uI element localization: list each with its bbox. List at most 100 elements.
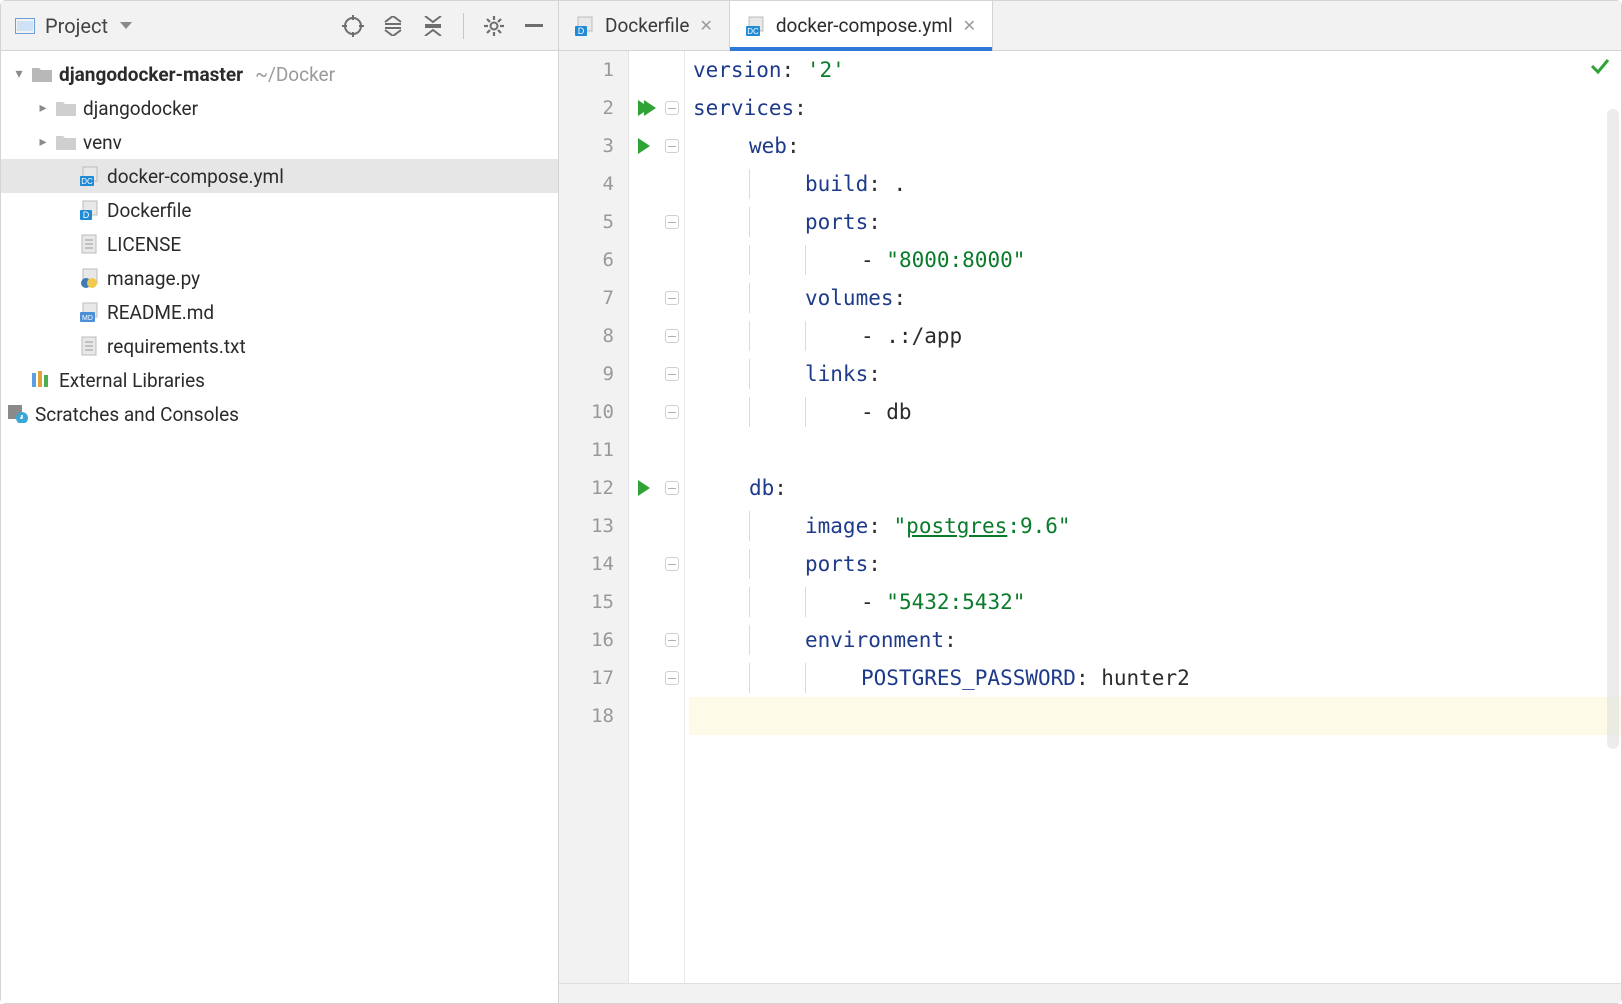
tree-item[interactable]: LICENSE bbox=[1, 227, 558, 261]
scratches-icon bbox=[5, 405, 31, 423]
gutter-action-cell bbox=[629, 355, 659, 393]
run-service-icon[interactable] bbox=[638, 138, 650, 154]
chevron-right-icon[interactable]: ▸ bbox=[33, 134, 53, 150]
fold-cell[interactable] bbox=[659, 659, 684, 697]
expand-all-icon[interactable] bbox=[379, 12, 407, 40]
fold-cell[interactable] bbox=[659, 127, 684, 165]
fold-toggle-icon[interactable] bbox=[665, 291, 679, 305]
fold-cell[interactable] bbox=[659, 279, 684, 317]
gutter-action-cell[interactable] bbox=[629, 89, 659, 127]
inspection-ok-icon[interactable] bbox=[1589, 55, 1611, 82]
tree-item[interactable]: requirements.txt bbox=[1, 329, 558, 363]
libraries-icon bbox=[29, 371, 55, 389]
tree-root[interactable]: ▾ djangodocker-master ~/Docker bbox=[1, 57, 558, 91]
code-line[interactable]: links: bbox=[689, 355, 1621, 393]
code-line[interactable]: POSTGRES_PASSWORD: hunter2 bbox=[689, 659, 1621, 697]
gutter-action-cell bbox=[629, 431, 659, 469]
fold-cell[interactable] bbox=[659, 317, 684, 355]
fold-cell[interactable] bbox=[659, 89, 684, 127]
collapse-all-icon[interactable] bbox=[419, 12, 447, 40]
gutter-action-cell bbox=[629, 507, 659, 545]
gutter-action-cell[interactable] bbox=[629, 469, 659, 507]
fold-toggle-icon[interactable] bbox=[665, 367, 679, 381]
code-line[interactable]: web: bbox=[689, 127, 1621, 165]
fold-toggle-icon[interactable] bbox=[665, 405, 679, 419]
editor-horizontal-scrollbar[interactable] bbox=[559, 983, 1621, 1003]
gutter-action-cell bbox=[629, 545, 659, 583]
code-content[interactable]: version: '2'services:web:build: .ports:-… bbox=[685, 51, 1621, 983]
close-icon[interactable]: ✕ bbox=[699, 16, 712, 35]
fold-toggle-icon[interactable] bbox=[665, 481, 679, 495]
gutter-action-cell bbox=[629, 165, 659, 203]
tree-item[interactable]: manage.py bbox=[1, 261, 558, 295]
fold-cell bbox=[659, 431, 684, 469]
project-view-dropdown[interactable]: Project bbox=[45, 14, 132, 38]
code-line[interactable]: - "5432:5432" bbox=[689, 583, 1621, 621]
tree-item[interactable]: MDREADME.md bbox=[1, 295, 558, 329]
chevron-right-icon[interactable]: ▸ bbox=[33, 100, 53, 116]
chevron-down-icon[interactable]: ▾ bbox=[9, 66, 29, 82]
editor-scrollbar[interactable] bbox=[1607, 109, 1619, 749]
toolbar-divider bbox=[463, 13, 464, 39]
code-line[interactable]: volumes: bbox=[689, 279, 1621, 317]
code-token: hunter2 bbox=[1101, 666, 1190, 690]
project-tree[interactable]: ▾ djangodocker-master ~/Docker ▸djangodo… bbox=[1, 51, 558, 1003]
code-line[interactable]: build: . bbox=[689, 165, 1621, 203]
folder-icon bbox=[53, 100, 79, 116]
fold-toggle-icon[interactable] bbox=[665, 671, 679, 685]
scratches-node[interactable]: ▸ Scratches and Consoles bbox=[1, 397, 558, 431]
tree-item[interactable]: ▸djangodocker bbox=[1, 91, 558, 125]
close-icon[interactable]: ✕ bbox=[963, 16, 976, 35]
fold-toggle-icon[interactable] bbox=[665, 215, 679, 229]
gear-icon[interactable] bbox=[480, 12, 508, 40]
line-number: 7 bbox=[559, 279, 628, 317]
tree-item[interactable]: ▸venv bbox=[1, 125, 558, 159]
fold-cell[interactable] bbox=[659, 393, 684, 431]
fold-cell bbox=[659, 51, 684, 89]
external-libraries-node[interactable]: External Libraries bbox=[1, 363, 558, 397]
line-number: 10 bbox=[559, 393, 628, 431]
tree-item-label: Dockerfile bbox=[107, 199, 191, 222]
editor-tab[interactable]: DCdocker-compose.yml✕ bbox=[730, 1, 993, 50]
fold-cell bbox=[659, 165, 684, 203]
code-line[interactable]: - db bbox=[689, 393, 1621, 431]
tree-item[interactable]: D Dockerfile bbox=[1, 193, 558, 227]
editor-tab[interactable]: DDockerfile✕ bbox=[559, 1, 730, 50]
code-token: image bbox=[805, 514, 868, 538]
code-token: build bbox=[805, 172, 868, 196]
hide-icon[interactable] bbox=[520, 12, 548, 40]
code-token: " bbox=[894, 514, 907, 538]
tab-label: docker-compose.yml bbox=[776, 14, 953, 37]
fold-cell[interactable] bbox=[659, 621, 684, 659]
code-line[interactable]: services: bbox=[689, 89, 1621, 127]
fold-toggle-icon[interactable] bbox=[665, 557, 679, 571]
code-line[interactable]: ports: bbox=[689, 203, 1621, 241]
fold-toggle-icon[interactable] bbox=[665, 101, 679, 115]
fold-toggle-icon[interactable] bbox=[665, 633, 679, 647]
code-line[interactable]: - .:/app bbox=[689, 317, 1621, 355]
code-line[interactable]: image: "postgres:9.6" bbox=[689, 507, 1621, 545]
fold-cell[interactable] bbox=[659, 545, 684, 583]
tree-item[interactable]: DCdocker-compose.yml bbox=[1, 159, 558, 193]
gutter-action-cell[interactable] bbox=[629, 127, 659, 165]
run-services-icon[interactable] bbox=[638, 100, 650, 116]
editor-area[interactable]: 123456789101112131415161718 version: '2'… bbox=[559, 51, 1621, 983]
fold-toggle-icon[interactable] bbox=[665, 329, 679, 343]
file-icon bbox=[77, 268, 103, 288]
fold-toggle-icon[interactable] bbox=[665, 139, 679, 153]
code-line[interactable]: - "8000:8000" bbox=[689, 241, 1621, 279]
code-line[interactable]: environment: bbox=[689, 621, 1621, 659]
fold-cell bbox=[659, 583, 684, 621]
code-line[interactable]: version: '2' bbox=[689, 51, 1621, 89]
code-line[interactable] bbox=[689, 697, 1621, 735]
code-line[interactable]: db: bbox=[689, 469, 1621, 507]
svg-text:D: D bbox=[83, 210, 90, 220]
fold-cell[interactable] bbox=[659, 203, 684, 241]
fold-cell[interactable] bbox=[659, 355, 684, 393]
tab-label: Dockerfile bbox=[605, 14, 689, 37]
run-service-icon[interactable] bbox=[638, 480, 650, 496]
code-line[interactable] bbox=[689, 431, 1621, 469]
fold-cell[interactable] bbox=[659, 469, 684, 507]
code-line[interactable]: ports: bbox=[689, 545, 1621, 583]
locate-icon[interactable] bbox=[339, 12, 367, 40]
